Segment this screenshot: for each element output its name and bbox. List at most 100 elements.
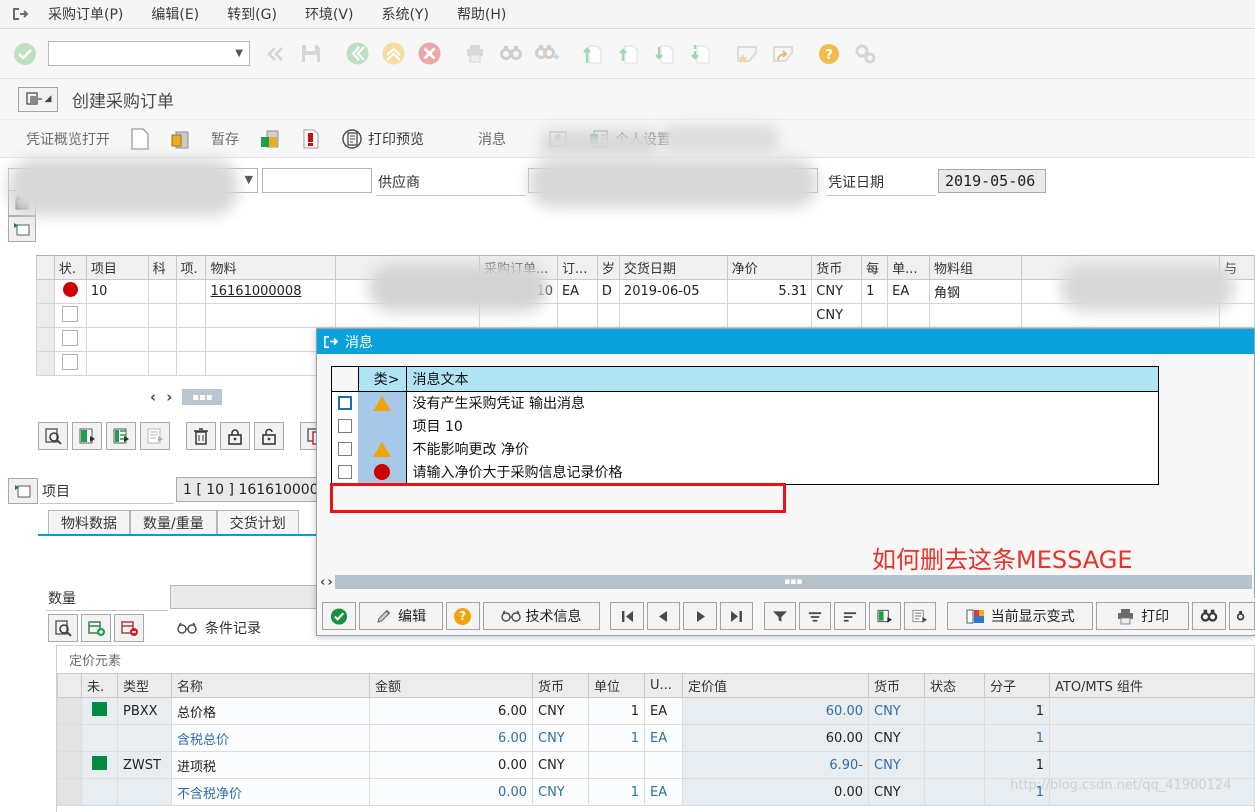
messages-grid[interactable]: 类> 消息文本 没有产生采购凭证 输出消息 项目 10 不能影响更改 净价 请输… [331, 366, 1159, 485]
cond-cell-value[interactable]: 6.90- [682, 751, 869, 779]
cond-col-status[interactable]: 状态 [924, 673, 985, 698]
last-page-icon[interactable] [684, 36, 718, 72]
cond-cell-currency[interactable]: CNY [532, 724, 589, 752]
msg-col-text[interactable]: 消息文本 [406, 367, 1159, 392]
quantity-field[interactable] [170, 585, 340, 609]
cond-cell-numerator[interactable]: 1 [984, 751, 1050, 779]
cond-col-per[interactable]: 单位 [588, 673, 645, 698]
cond-col-currency2[interactable]: 货币 [868, 673, 925, 698]
check-doc-icon[interactable] [251, 126, 289, 152]
cell-delivery-date[interactable]: 2019-06-05 [618, 279, 728, 304]
subtotal-button[interactable] [904, 602, 937, 630]
list-item[interactable]: 项目 10 [332, 414, 1159, 438]
col-per[interactable]: 每 [861, 255, 889, 280]
cell-material[interactable]: 16161000008 [205, 279, 337, 304]
tab-delivery-schedule[interactable]: 交货计划 [216, 510, 299, 534]
cond-cell-uom[interactable]: EA [644, 697, 683, 725]
dialog-horizontal-scrollbar[interactable]: ‹ › ▪▪▪ [320, 572, 1252, 592]
cond-col-cond-value[interactable]: 定价值 [682, 673, 869, 698]
insert-row2-icon[interactable] [106, 422, 136, 450]
cond-cell-per[interactable] [588, 751, 645, 779]
cond-cell-value[interactable]: 0.00 [682, 778, 869, 806]
cond-cell-currency[interactable]: CNY [532, 697, 589, 725]
chevron-down-icon[interactable]: ▼ [245, 173, 253, 186]
cond-cell-ato[interactable] [1049, 751, 1255, 779]
insert-row-icon[interactable] [72, 422, 102, 450]
table-row[interactable]: ZWST 进项税 0.00 CNY 6.90- CNY 1 [57, 751, 1255, 779]
checkbox-icon[interactable] [338, 442, 352, 456]
cond-cell-ato[interactable] [1049, 697, 1255, 725]
col-status[interactable]: 状. [53, 255, 87, 280]
print-preview-button[interactable]: 打印预览 [333, 126, 432, 152]
cond-cell-name[interactable]: 进项税 [171, 751, 370, 779]
cell-material-group[interactable]: 角钢 [929, 279, 1022, 304]
item-detail-icon[interactable] [8, 478, 38, 504]
tab-material-data[interactable]: 物料数据 [48, 510, 130, 534]
col-unit[interactable]: 单... [887, 255, 931, 280]
menu-item-goto[interactable]: 转到(G) [213, 2, 291, 26]
cond-row-selector[interactable] [57, 724, 82, 752]
layout-menu-icon[interactable]: ◢ [18, 86, 58, 112]
cond-cell-status[interactable] [924, 751, 985, 779]
search-cond-icon[interactable] [48, 614, 78, 642]
cell-currency[interactable]: CNY [811, 279, 863, 304]
cell-per[interactable]: 1 [861, 279, 889, 304]
menu-item-environment[interactable]: 环境(V) [291, 2, 368, 26]
cond-cell-per[interactable]: 1 [588, 724, 645, 752]
new-document-icon[interactable] [122, 126, 157, 152]
cond-col-amount[interactable]: 金额 [369, 673, 533, 698]
first-record-button[interactable] [610, 602, 644, 630]
cond-cell-value[interactable]: 60.00 [682, 697, 869, 725]
cond-cell-currency[interactable]: CNY [532, 778, 589, 806]
technical-info-button[interactable]: 技术信息 [482, 602, 600, 630]
tab-quantity-weight[interactable]: 数量/重量 [130, 510, 217, 534]
grid-horizontal-nav[interactable]: ‹ › ▪▪▪ [150, 383, 330, 411]
park-button[interactable]: 暂存 [203, 127, 247, 151]
cond-col-ato-mts[interactable]: ATO/MTS 组件 [1049, 673, 1255, 698]
cell-net-price[interactable]: 5.31 [726, 279, 813, 304]
cond-cell-numerator[interactable]: 1 [984, 724, 1050, 752]
customize-icon[interactable] [848, 36, 882, 72]
cell-category[interactable] [175, 279, 207, 304]
dialog-ok-button[interactable] [322, 602, 356, 630]
msg-col-type[interactable]: 类> [358, 367, 407, 392]
cond-cell-status[interactable] [924, 724, 985, 752]
cell-material-group[interactable] [929, 303, 1022, 328]
msg-row-checkbox[interactable] [332, 414, 358, 438]
table-row[interactable]: PBXX 总价格 6.00 CNY 1 EA 60.00 CNY 1 [57, 697, 1255, 725]
cond-cell-type[interactable] [117, 778, 172, 806]
col-delivery-date[interactable]: 交货日期 [618, 255, 728, 280]
previous-page-icon[interactable] [612, 36, 646, 72]
cell-delivery-date[interactable] [618, 303, 728, 328]
cond-cell-per[interactable]: 1 [588, 778, 645, 806]
find-icon[interactable] [494, 36, 528, 72]
messages-button[interactable]: 消息 [470, 127, 514, 151]
list-item[interactable]: 不能影响更改 净价 [332, 437, 1159, 461]
cond-cell-ato[interactable] [1049, 724, 1255, 752]
cond-cell-type[interactable]: PBXX [117, 697, 172, 725]
cond-col-numerator[interactable]: 分子 [984, 673, 1050, 698]
cond-cell-name[interactable]: 总价格 [171, 697, 370, 725]
cond-cell-uom[interactable]: EA [644, 778, 683, 806]
menu-item-help[interactable]: 帮助(H) [443, 2, 520, 26]
print-icon[interactable] [458, 36, 492, 72]
insert-cond-icon[interactable] [81, 614, 111, 642]
cell-cat2[interactable]: D [596, 279, 620, 304]
delete-cond-icon[interactable] [114, 614, 144, 642]
cell-item[interactable] [85, 327, 149, 352]
cond-cell-currency[interactable]: CNY [532, 751, 589, 779]
save-icon[interactable] [294, 36, 328, 72]
grid-scroll-thumb[interactable]: ▪▪▪ [182, 389, 223, 405]
cond-col-select[interactable] [57, 673, 82, 698]
col-net-price[interactable]: 净价 [726, 255, 813, 280]
cond-cell-per[interactable]: 1 [588, 697, 645, 725]
row-selector[interactable] [36, 327, 55, 352]
filter-button[interactable] [764, 602, 797, 630]
cond-cell-amount[interactable]: 6.00 [369, 697, 533, 725]
cell-item[interactable]: 10 [85, 279, 149, 304]
row-status[interactable] [53, 327, 87, 352]
ok-check-icon[interactable] [8, 37, 42, 71]
cond-cell-type[interactable]: ZWST [117, 751, 172, 779]
expand-header-icon[interactable] [8, 216, 36, 242]
sort-descending-button[interactable] [834, 602, 867, 630]
